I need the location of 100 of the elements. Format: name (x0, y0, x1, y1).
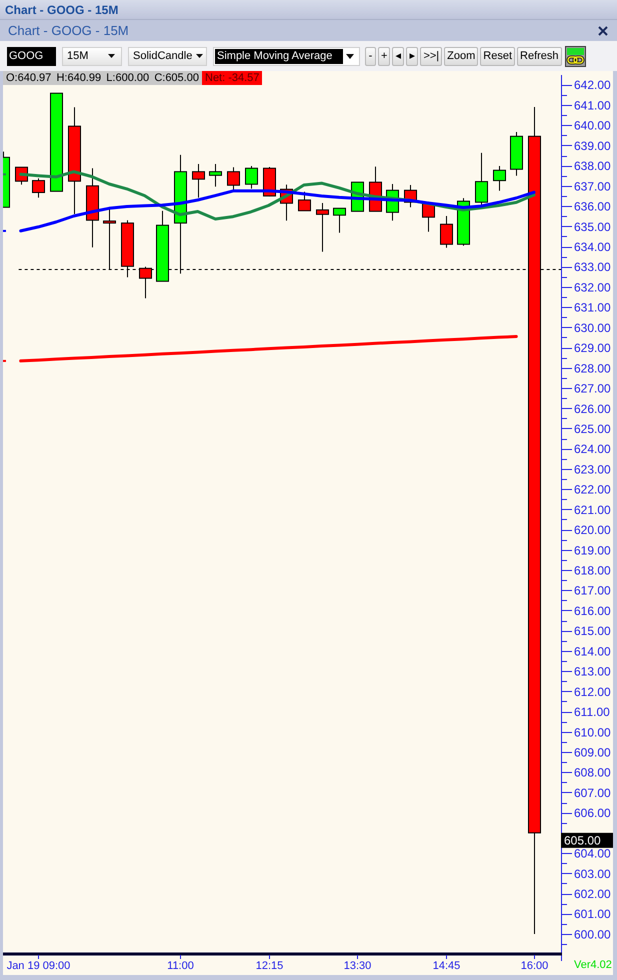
candle (227, 166, 240, 190)
toolbar-button[interactable]: ◂ (392, 46, 404, 66)
candle (316, 202, 329, 252)
candle (493, 166, 506, 192)
candle (280, 184, 293, 222)
price-label: 600.00 (574, 927, 611, 942)
price-label: 620.00 (574, 523, 611, 538)
price-label: 615.00 (574, 624, 611, 638)
candle (209, 164, 222, 188)
caret-icon (108, 54, 115, 58)
price-label: 635.00 (574, 220, 611, 234)
price-label: 626.00 (574, 402, 611, 416)
high-price-label: H:640.99 (56, 71, 102, 85)
time-label: 11:00 (167, 960, 194, 972)
price-label: 618.00 (574, 564, 611, 578)
price-label: 624.00 (574, 442, 611, 456)
price-label: 642.00 (574, 78, 611, 92)
line-end-marker (3, 360, 6, 362)
indicator-dropdown[interactable]: Simple Moving Average (213, 46, 360, 66)
price-label: 619.00 (574, 543, 611, 558)
price-label: 640.00 (574, 118, 611, 133)
time-label: 14:45 (432, 960, 460, 972)
panel-title: Chart - GOOG - 15M (8, 24, 129, 37)
price-label: 611.00 (574, 705, 610, 720)
candle (103, 208, 116, 270)
candle (475, 152, 488, 206)
toolbar-button[interactable]: Reset (480, 46, 516, 66)
price-label: 623.00 (574, 462, 611, 476)
candle (422, 201, 435, 232)
price-label: 641.00 (574, 98, 611, 112)
price-label: 629.00 (574, 341, 611, 356)
price-label: 634.00 (574, 240, 611, 254)
version-label: Ver4.02 (574, 959, 612, 971)
candle (192, 164, 205, 198)
candle (156, 210, 169, 282)
time-label: 13:30 (344, 960, 372, 972)
time-label: 12:15 (256, 960, 284, 972)
price-label: 610.00 (574, 725, 611, 740)
price-label: 601.00 (574, 907, 611, 922)
price-label: 625.00 (574, 422, 611, 436)
time-label: Jan 19 09:00 (6, 960, 70, 972)
price-label: 603.00 (574, 866, 611, 881)
close-price-label: C:605.00 (154, 71, 199, 85)
price-label: 637.00 (574, 179, 611, 194)
line-end-marker (3, 230, 6, 232)
price-label: 617.00 (574, 584, 611, 598)
price-label: 628.00 (574, 361, 611, 376)
candle (404, 184, 417, 208)
window-title: Chart - GOOG - 15M (5, 4, 118, 16)
toolbar-button[interactable]: - (365, 46, 376, 66)
candle (139, 266, 152, 299)
price-label: 622.00 (574, 482, 611, 497)
candle (440, 215, 453, 248)
candle (510, 132, 523, 176)
chart-type-dropdown[interactable]: SolidCandle (128, 46, 207, 66)
price-label: 638.00 (574, 159, 611, 174)
time-label: 16:00 (520, 960, 548, 972)
price-label: 633.00 (574, 260, 611, 274)
open-price-label: O:640.97 (6, 71, 52, 85)
toolbar-button[interactable]: Zoom (444, 46, 478, 66)
candle (263, 166, 276, 198)
candle (386, 184, 399, 222)
price-label: 616.00 (574, 604, 611, 618)
candle (32, 178, 45, 198)
price-label: 631.00 (574, 300, 611, 315)
price-label: 636.00 (574, 200, 611, 214)
candle (369, 166, 382, 212)
line-end-marker (3, 173, 6, 176)
price-label: 604.00 (574, 846, 611, 861)
caret-icon (346, 54, 354, 58)
net-change-label: Net: -34.57 (202, 71, 262, 85)
price-label: 613.00 (574, 664, 611, 679)
price-label: 639.00 (574, 138, 611, 153)
price-label: 609.00 (574, 745, 611, 760)
candle (245, 166, 258, 190)
low-price-label: L:600.00 (106, 71, 150, 85)
price-label: 627.00 (574, 382, 611, 396)
price-label: 606.00 (574, 806, 611, 820)
candle (121, 220, 134, 278)
interval-dropdown[interactable]: 15M (62, 46, 122, 66)
price-label: 612.00 (574, 684, 611, 699)
price-label: 608.00 (574, 766, 611, 780)
chain-icon[interactable] (564, 46, 586, 66)
candle (298, 191, 311, 212)
toolbar-button[interactable]: + (378, 46, 390, 66)
price-label: 621.00 (574, 502, 611, 517)
toolbar-button[interactable]: Refresh (517, 46, 562, 66)
close-icon[interactable] (598, 26, 608, 36)
candle (3, 151, 10, 208)
price-label: 632.00 (574, 280, 611, 294)
last-price-tag: 605.00 (561, 832, 613, 848)
price-label: 607.00 (574, 786, 611, 800)
price-label: 614.00 (574, 644, 611, 658)
price-label: 602.00 (574, 887, 611, 902)
toolbar-button[interactable]: >>| (420, 46, 442, 66)
toolbar-button[interactable]: ▸ (406, 46, 418, 66)
price-label: 630.00 (574, 320, 611, 335)
caret-icon (196, 54, 204, 58)
candle (333, 208, 346, 234)
symbol-field[interactable]: GOOG (7, 46, 56, 66)
